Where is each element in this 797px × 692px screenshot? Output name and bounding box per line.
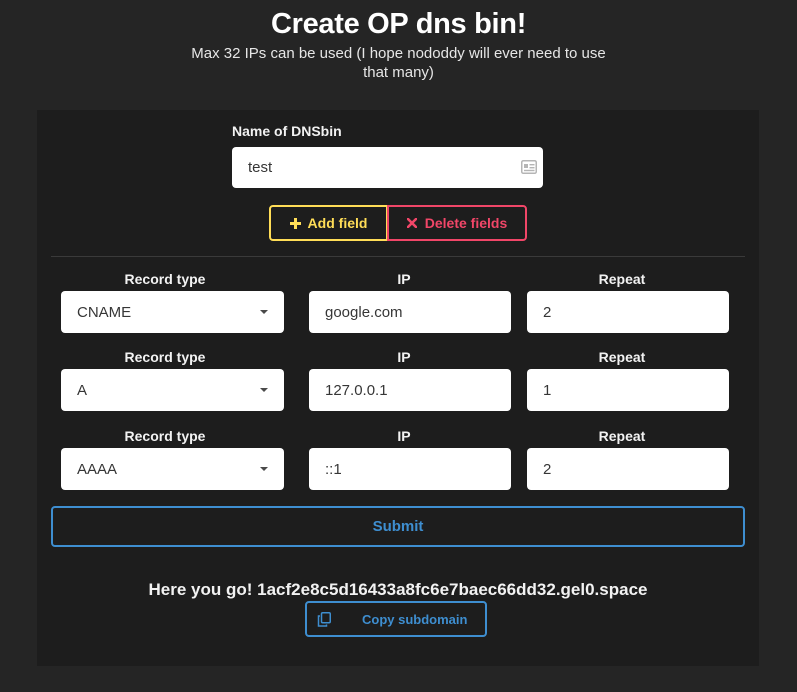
repeat-label: Repeat xyxy=(598,349,646,365)
page-subtitle: Max 32 IPs can be used (I hope nododdy w… xyxy=(191,45,606,81)
record-type-select[interactable]: CNAME xyxy=(61,291,284,333)
repeat-value: 2 xyxy=(543,460,552,478)
divider xyxy=(51,256,745,257)
submit-button[interactable]: Submit xyxy=(51,506,745,547)
repeat-input[interactable]: 2 xyxy=(527,291,729,333)
result-text: Here you go! 1acf2e8c5d16433a8fc6e7baec6… xyxy=(148,580,648,599)
chevron-down-icon xyxy=(260,310,268,314)
name-field[interactable] xyxy=(232,147,543,188)
repeat-value: 1 xyxy=(543,381,552,399)
ip-value: ::1 xyxy=(325,460,342,478)
ip-label: IP xyxy=(397,271,411,287)
ip-input[interactable]: 127.0.0.1 xyxy=(309,369,511,411)
page-title: Create OP dns bin! xyxy=(270,8,527,40)
chevron-down-icon xyxy=(260,388,268,392)
ip-input[interactable]: google.com xyxy=(309,291,511,333)
record-type-label: Record type xyxy=(124,349,206,365)
repeat-value: 2 xyxy=(543,303,552,321)
record-row: Record type IP Repeat A 127.0.0.1 1 xyxy=(37,349,759,425)
record-type-label: Record type xyxy=(124,271,206,287)
record-type-value: A xyxy=(77,381,88,399)
repeat-input[interactable]: 1 xyxy=(527,369,729,411)
record-row: Record type IP Repeat AAAA ::1 2 xyxy=(37,428,759,504)
delete-fields-label: Delete fields xyxy=(424,215,508,231)
add-field-button[interactable]: Add field xyxy=(269,205,388,241)
dnsbin-form-panel: Name of DNSbin Add field Delete fields R… xyxy=(37,110,759,666)
repeat-label: Repeat xyxy=(598,428,646,444)
repeat-label: Repeat xyxy=(598,271,646,287)
add-field-label: Add field xyxy=(307,215,368,231)
copy-subdomain-button[interactable]: Copy subdomain xyxy=(305,601,487,637)
ip-label: IP xyxy=(397,428,411,444)
copy-icon xyxy=(317,612,331,627)
record-type-value: AAAA xyxy=(77,460,118,478)
name-input[interactable] xyxy=(232,147,543,188)
record-type-value: CNAME xyxy=(77,303,132,321)
ip-value: google.com xyxy=(325,303,403,321)
name-label: Name of DNSbin xyxy=(232,123,342,139)
ip-label: IP xyxy=(397,349,411,365)
record-type-select[interactable]: A xyxy=(61,369,284,411)
ip-value: 127.0.0.1 xyxy=(325,381,388,399)
plus-icon xyxy=(289,217,301,229)
chevron-down-icon xyxy=(260,467,268,471)
id-card-icon xyxy=(521,160,537,174)
record-type-select[interactable]: AAAA xyxy=(61,448,284,490)
close-icon xyxy=(406,218,417,228)
record-type-label: Record type xyxy=(124,428,206,444)
delete-fields-button[interactable]: Delete fields xyxy=(387,205,527,241)
copy-subdomain-label: Copy subdomain xyxy=(362,612,468,627)
record-row: Record type IP Repeat CNAME google.com 2 xyxy=(37,271,759,347)
ip-input[interactable]: ::1 xyxy=(309,448,511,490)
repeat-input[interactable]: 2 xyxy=(527,448,729,490)
